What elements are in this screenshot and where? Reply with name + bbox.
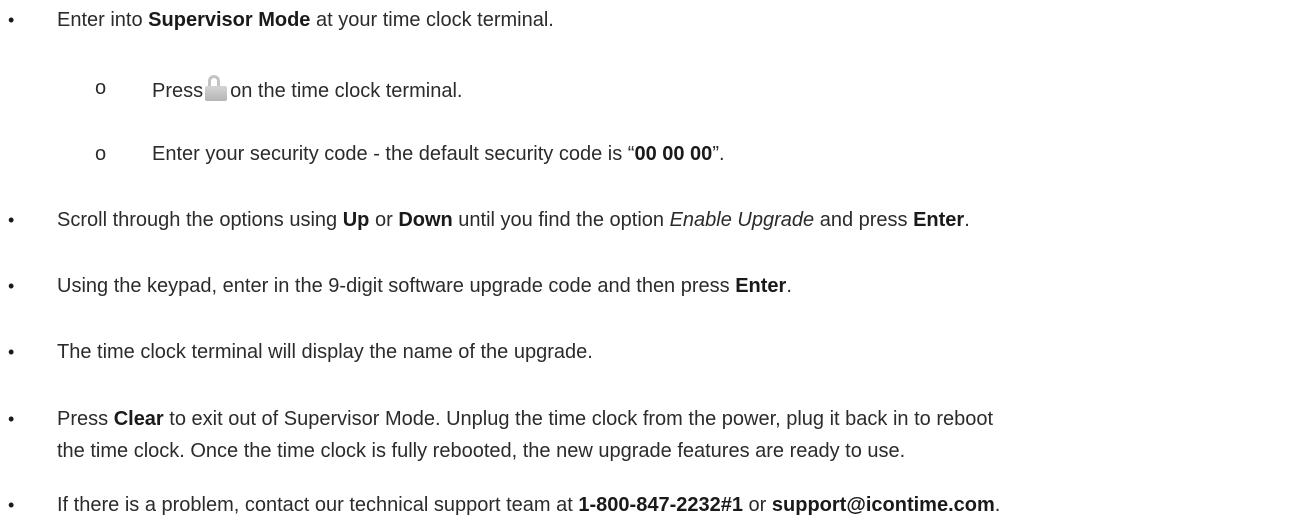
bullet: • [8, 276, 15, 296]
step-1-sub-1-text: Press on the time clock terminal. [152, 75, 462, 104]
sub-bullet: o [95, 143, 107, 165]
bullet: • [8, 210, 15, 230]
bullet: • [8, 409, 15, 429]
step-5-text: Press Clear to exit out of Supervisor Mo… [57, 408, 994, 430]
support-email: support@icontime.com [771, 494, 995, 516]
step-6-text: If there is a problem, contact our techn… [57, 494, 1001, 516]
enter-key-label: Enter [735, 275, 787, 297]
step-2-text: Scroll through the options using Up or D… [57, 209, 970, 231]
bullet: • [8, 342, 15, 362]
clear-key-label: Clear [113, 408, 164, 430]
lock-icon [205, 75, 228, 101]
sub-bullet: o [95, 77, 107, 99]
step-3-text: Using the keypad, enter in the 9-digit s… [57, 275, 792, 297]
supervisor-mode-label: Supervisor Mode [148, 9, 311, 31]
up-key-label: Up [342, 209, 370, 231]
down-key-label: Down [398, 209, 453, 231]
default-security-code: 00 00 00 [634, 143, 713, 165]
enable-upgrade-option: Enable Upgrade [669, 209, 815, 231]
step-4-text: The time clock terminal will display the… [57, 341, 593, 363]
support-phone: 1-800-847-2232#1 [578, 494, 743, 516]
step-1-text: Enter into Supervisor Mode at your time … [57, 9, 554, 31]
step-5-text-line-2: the time clock. Once the time clock is f… [57, 440, 906, 462]
step-1-sub-2-text: Enter your security code - the default s… [152, 143, 725, 165]
bullet: • [8, 495, 15, 515]
bullet: • [8, 10, 15, 30]
enter-key-label: Enter [913, 209, 965, 231]
